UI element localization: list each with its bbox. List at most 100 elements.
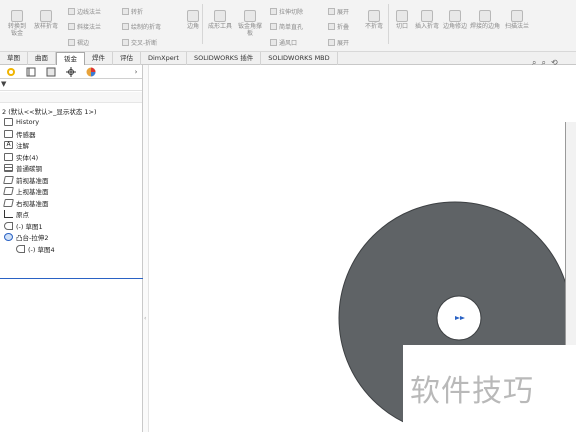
tree-item-sensors[interactable]: 传感器 <box>0 128 142 140</box>
tree-item-front-plane[interactable]: 前视基准面 <box>0 174 142 186</box>
tree-item-history[interactable]: History <box>0 117 142 129</box>
tree-item-material[interactable]: 普通碳钢 <box>0 163 142 175</box>
no-bends-button[interactable]: 不折弯 <box>362 10 386 30</box>
tree-root[interactable]: 2 (默认<<默认>_显示状态 1>) <box>0 105 142 117</box>
tree-item-origin[interactable]: 原点 <box>0 209 142 221</box>
extruded-cut-button[interactable]: 拉伸切除 <box>270 7 303 16</box>
dimxpert-manager-tab[interactable] <box>61 65 81 78</box>
tab-surfaces[interactable]: 曲面 <box>28 52 56 65</box>
cross-break-icon <box>122 39 129 46</box>
hem-button[interactable]: 褶边 <box>68 38 89 47</box>
corner-trim-icon <box>449 10 461 22</box>
welded-corner-icon <box>479 10 491 22</box>
convert-sheetmetal-button[interactable]: 转换到钣金 <box>6 10 28 37</box>
insert-bends-button[interactable]: 插入折弯 <box>414 10 440 30</box>
plane-icon <box>3 187 14 196</box>
welded-corner-button[interactable]: 焊接的边角 <box>470 10 500 30</box>
history-icon <box>4 118 13 127</box>
feature-manager-panel: › ▼ 2 (默认<<默认>_显示状态 1>) History 传感器 A 注解 … <box>0 65 143 432</box>
tree-item-sketch1[interactable]: (-) 草图1 <box>0 220 142 232</box>
feature-tree: 2 (默认<<默认>_显示状态 1>) History 传感器 A 注解 实体(4… <box>0 105 142 255</box>
boss-extrude-icon <box>4 233 13 242</box>
rollback-bar[interactable] <box>0 278 143 279</box>
rip-icon <box>396 10 408 22</box>
solid-bodies-icon <box>4 152 13 161</box>
no-bends-icon <box>368 10 380 22</box>
cross-break-button[interactable]: 交叉-折断 <box>122 38 157 47</box>
zoom-to-fit-icon[interactable]: ⌕ <box>532 58 536 68</box>
jog-button[interactable]: 转折 <box>122 7 143 16</box>
property-manager-icon <box>26 67 36 76</box>
swept-flange-button[interactable]: 扫描法兰 <box>504 10 530 30</box>
miter-flange-button[interactable]: 斜接法兰 <box>68 22 101 31</box>
corners-icon <box>187 10 199 22</box>
tab-dimxpert[interactable]: DimXpert <box>141 52 187 65</box>
crosshair-icon <box>66 66 76 77</box>
previous-view-icon[interactable]: ⟲ <box>551 58 558 68</box>
sketch-icon <box>4 221 13 230</box>
simple-hole-button[interactable]: 简单直孔 <box>270 22 303 31</box>
lofted-bend-icon <box>40 10 52 22</box>
corner-trim-button[interactable]: 边角修边 <box>442 10 468 30</box>
vent-icon <box>270 39 277 46</box>
tree-item-boss-extrude2[interactable]: 凸台-拉伸2 <box>0 232 142 244</box>
filter-funnel-icon[interactable]: ▼ <box>1 80 6 88</box>
sensor-icon <box>4 129 13 138</box>
unfold-button[interactable]: 展开 <box>328 7 349 16</box>
plane-icon <box>3 198 14 207</box>
corners-button[interactable]: 边角 <box>182 10 204 30</box>
tree-item-top-plane[interactable]: 上视基准面 <box>0 186 142 198</box>
tree-item-right-plane[interactable]: 右视基准面 <box>0 197 142 209</box>
panel-expand-arrow[interactable]: › <box>130 65 142 78</box>
color-wheel-icon <box>86 67 96 76</box>
hem-icon <box>68 39 75 46</box>
insert-bends-icon <box>421 10 433 22</box>
jog-icon <box>122 8 129 15</box>
configuration-manager-tab[interactable] <box>41 65 61 78</box>
simple-hole-icon <box>270 23 277 30</box>
tab-evaluate[interactable]: 评估 <box>113 52 141 65</box>
configuration-manager-icon <box>46 67 56 76</box>
command-manager-tabs: 草图 曲面 钣金 焊件 评估 DimXpert SOLIDWORKS 插件 SO… <box>0 52 576 65</box>
heads-up-toolbar: ⌕ ⌕ ⟲ <box>532 58 558 68</box>
miter-flange-icon <box>68 23 75 30</box>
fold-icon <box>328 23 335 30</box>
tab-solidworks-addins[interactable]: SOLIDWORKS 插件 <box>187 52 262 65</box>
feature-tree-icon <box>7 67 15 76</box>
vent-button[interactable]: 通风口 <box>270 38 297 47</box>
lofted-bend-button[interactable]: 放样折弯 <box>34 10 58 30</box>
tree-item-solid-bodies[interactable]: 实体(4) <box>0 151 142 163</box>
plane-icon <box>3 175 14 184</box>
ribbon-divider <box>202 4 203 44</box>
flatten-button[interactable]: 展开 <box>328 38 349 47</box>
sheetmetal-gusset-button[interactable]: 钣金角撑板 <box>236 10 264 37</box>
tree-item-sketch4[interactable]: (-) 草图4 <box>0 243 142 255</box>
forming-tool-icon <box>214 10 226 22</box>
task-pane-edge[interactable] <box>565 122 576 352</box>
command-ribbon: 转换到钣金 放样折弯 边线法兰 斜接法兰 褶边 转折 绘制的折弯 交叉-折断 边… <box>0 0 576 52</box>
flatten-icon <box>328 39 335 46</box>
tab-weldments[interactable]: 焊件 <box>85 52 113 65</box>
extruded-cut-icon <box>270 8 277 15</box>
convert-sheetmetal-icon <box>11 10 23 22</box>
rip-button[interactable]: 切口 <box>392 10 412 30</box>
tab-solidworks-mbd[interactable]: SOLIDWORKS MBD <box>261 52 338 65</box>
tab-sheet-metal[interactable]: 钣金 <box>56 52 85 65</box>
forming-tool-button[interactable]: 成形工具 <box>206 10 234 30</box>
zoom-area-icon[interactable]: ⌕ <box>541 58 545 68</box>
panel-tabs: › <box>0 65 142 79</box>
edge-flange-button[interactable]: 边线法兰 <box>68 7 101 16</box>
sheetmetal-gusset-icon <box>244 10 256 22</box>
sketched-bend-button[interactable]: 绘制的折弯 <box>122 22 161 31</box>
sketch-icon <box>16 244 25 253</box>
filter-row: ▼ <box>0 79 142 91</box>
feature-tree-tab[interactable] <box>1 65 21 78</box>
origin-icon <box>4 210 13 219</box>
tree-item-annotations[interactable]: A 注解 <box>0 140 142 152</box>
tab-sketch[interactable]: 草图 <box>0 52 28 65</box>
display-manager-tab[interactable] <box>81 65 101 78</box>
property-manager-tab[interactable] <box>21 65 41 78</box>
swept-flange-icon <box>511 10 523 22</box>
fold-button[interactable]: 折叠 <box>328 22 349 31</box>
material-icon <box>4 164 13 173</box>
